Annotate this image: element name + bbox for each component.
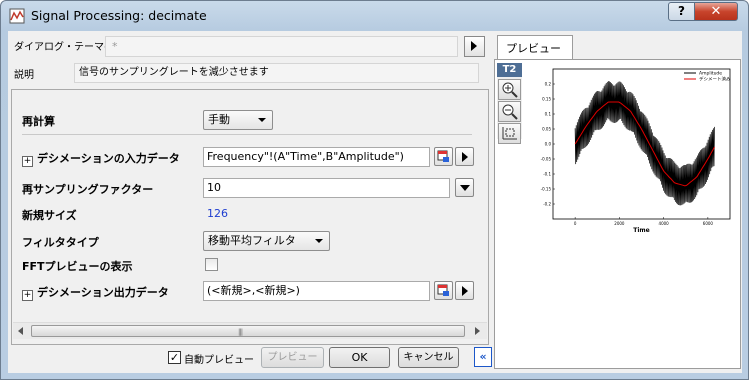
preview-graph[interactable]: 0.2 0.15 0.1 0.05 0.0 -0.05 -0.1 -0.15 -0.2 0 200…: [525, 63, 738, 236]
expand-icon[interactable]: +: [22, 290, 33, 301]
y-tick-label: 0.15: [542, 97, 551, 102]
input-menu-button[interactable]: [455, 147, 474, 166]
filter-type-value: 移動平均フィルタ: [208, 234, 296, 247]
legend-label: デシメート済み: [699, 76, 731, 83]
theme-menu-button[interactable]: [464, 36, 485, 57]
chevron-down-icon: [258, 118, 266, 122]
help-button[interactable]: ?: [668, 2, 695, 21]
chevron-down-icon: [315, 239, 323, 243]
zoom-out-icon: [502, 104, 518, 120]
filter-type-label: フィルタタイプ: [22, 236, 99, 249]
title-bar[interactable]: Signal Processing: decimate ? ✕: [1, 1, 748, 31]
description-label: 説明: [14, 70, 34, 81]
input-data-label-text: デシメーションの入力データ: [37, 152, 180, 165]
zoom-in-icon: [502, 82, 518, 98]
y-tick-label: -0.15: [541, 187, 552, 192]
arrow-right-icon: [462, 286, 468, 296]
horizontal-scrollbar[interactable]: |||: [13, 322, 487, 339]
y-tick-label: 0.2: [545, 82, 552, 87]
window-title: Signal Processing: decimate: [31, 8, 207, 23]
x-tick-label: 6000: [703, 221, 714, 226]
y-tick-label: -0.05: [541, 157, 552, 162]
recalc-combo[interactable]: 手動: [203, 110, 273, 130]
factor-dropdown-button[interactable]: [455, 178, 474, 197]
app-logo-icon: [9, 8, 25, 24]
divider: [22, 134, 472, 135]
preview-button[interactable]: プレビュー: [261, 347, 324, 368]
output-data-field[interactable]: (<新規>,<新規>): [203, 281, 430, 301]
graph-toolbar: T2: [497, 63, 522, 144]
dialog-window: Signal Processing: decimate ? ✕ ダイアログ・テー…: [0, 0, 749, 380]
input-data-label: + デシメーションの入力データ: [22, 150, 180, 167]
output-data-label: + デシメーション出力データ: [22, 284, 169, 301]
x-tick-label: 4000: [659, 221, 670, 226]
scroll-right-icon[interactable]: [475, 327, 480, 335]
new-size-label: 新規サイズ: [22, 209, 77, 222]
recalc-value: 手動: [208, 113, 230, 126]
recalc-label: 再計算: [22, 115, 55, 128]
legend-label: Amplitude: [699, 71, 722, 77]
chevron-down-icon: [460, 185, 470, 191]
y-tick-label: 0.1: [545, 112, 552, 117]
tab-preview[interactable]: プレビュー: [497, 35, 573, 60]
collapse-preview-button[interactable]: «: [474, 347, 492, 367]
rescale-icon: [502, 127, 517, 140]
y-tick-label: -0.2: [543, 202, 551, 207]
auto-preview-checkbox[interactable]: ✓: [168, 351, 181, 364]
x-tick-label: 2000: [614, 221, 625, 226]
new-size-value: 126: [207, 207, 228, 220]
toolbar-title: T2: [497, 63, 522, 77]
expand-icon[interactable]: +: [22, 156, 33, 167]
x-tick-label: 0: [574, 221, 577, 226]
cancel-button[interactable]: キャンセル: [398, 347, 459, 368]
theme-label: ダイアログ・テーマ(H): [14, 42, 120, 53]
select-range-button[interactable]: [434, 147, 453, 166]
y-tick-label: 0.05: [542, 127, 551, 132]
factor-label: 再サンプリングファクター: [22, 183, 154, 196]
settings-panel: 再計算 手動 + デシメーションの入力データ Frequency"!(A"Time…: [11, 89, 489, 345]
scroll-left-icon[interactable]: [18, 327, 23, 335]
fft-preview-checkbox[interactable]: [205, 258, 218, 271]
dialog-client: ダイアログ・テーマ(H) * 説明 信号のサンプリングレートを減少させます 再計…: [8, 31, 742, 373]
x-axis-label: Time: [633, 227, 649, 234]
arrow-right-icon: [462, 152, 468, 162]
select-range-icon: [437, 150, 449, 162]
theme-field[interactable]: *: [105, 36, 458, 57]
preview-panel: T2 0.2 0.15 0.1 0.05 0.0 -0.05 -0.1 -0.15 -0.2: [494, 59, 741, 369]
select-output-button[interactable]: [434, 281, 453, 300]
y-tick-label: 0.0: [545, 142, 552, 147]
fft-preview-label: FFTプレビューの表示: [22, 260, 133, 273]
scrollbar-thumb[interactable]: |||: [31, 325, 465, 337]
grip-icon: |||: [238, 328, 243, 336]
description-field: 信号のサンプリングレートを減少させます: [74, 63, 479, 83]
ok-button[interactable]: OK: [329, 347, 390, 368]
close-button[interactable]: ✕: [694, 2, 738, 21]
y-tick-label: -0.1: [543, 172, 551, 177]
factor-field[interactable]: 10: [203, 178, 450, 198]
select-range-icon: [437, 284, 449, 296]
zoom-out-button[interactable]: [498, 101, 521, 122]
output-data-label-text: デシメーション出力データ: [37, 286, 169, 299]
arrow-right-icon: [471, 41, 477, 51]
rescale-button[interactable]: [498, 123, 521, 144]
auto-preview-label: 自動プレビュー: [184, 355, 254, 366]
filter-type-combo[interactable]: 移動平均フィルタ: [203, 231, 330, 251]
input-data-field[interactable]: Frequency"!(A"Time",B"Amplitude"): [203, 147, 430, 167]
zoom-in-button[interactable]: [498, 79, 521, 100]
output-menu-button[interactable]: [455, 281, 474, 300]
